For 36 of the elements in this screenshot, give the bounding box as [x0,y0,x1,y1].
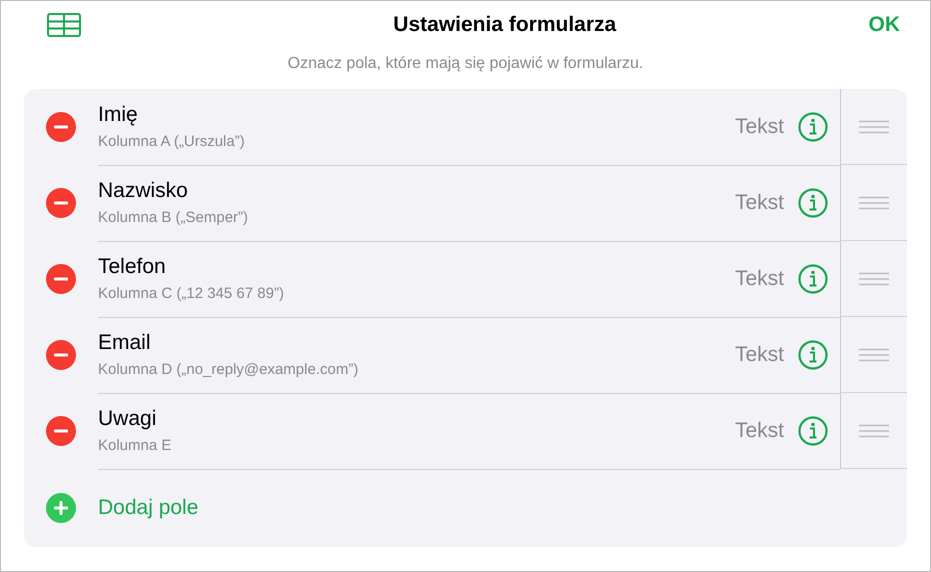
remove-icon[interactable] [46,112,76,142]
remove-icon[interactable] [46,188,76,218]
add-field-button[interactable]: Dodaj pole [98,496,198,520]
field-type: Tekst [734,342,784,366]
info-icon[interactable] [798,416,828,446]
field-source: Kolumna B („Semper”) [98,209,248,226]
table-icon[interactable] [47,13,81,37]
remove-icon[interactable] [46,416,76,446]
instruction-text: Oznacz pola, które mają się pojawić w formularzu. [286,55,644,73]
reorder-icon[interactable] [859,424,889,438]
field-source: Kolumna D („no_reply@example.com”) [98,361,358,378]
field-name: Telefon [98,255,166,279]
add-icon[interactable] [46,493,76,523]
field-source: Kolumna C („12 345 67 89”) [98,285,284,302]
reorder-icon[interactable] [859,120,889,134]
info-icon[interactable] [798,188,828,218]
field-type: Tekst [734,266,784,290]
field-name: Email [98,331,151,355]
reorder-icon[interactable] [859,196,889,210]
reorder-icon[interactable] [859,348,889,362]
field-name: Nazwisko [98,179,188,203]
dialog-title: Ustawienia formularza [393,13,616,37]
info-icon[interactable] [798,112,828,142]
field-name: Uwagi [98,407,156,431]
info-icon[interactable] [798,264,828,294]
ok-button[interactable]: OK [868,13,900,37]
field-name: Imię [98,103,138,127]
reorder-icon[interactable] [859,272,889,286]
remove-icon[interactable] [46,264,76,294]
field-type: Tekst [734,190,784,214]
field-type: Tekst [734,114,784,138]
info-icon[interactable] [798,340,828,370]
field-type: Tekst [734,418,784,442]
remove-icon[interactable] [46,340,76,370]
field-source: Kolumna E [98,437,172,454]
field-source: Kolumna A („Urszula”) [98,133,245,150]
